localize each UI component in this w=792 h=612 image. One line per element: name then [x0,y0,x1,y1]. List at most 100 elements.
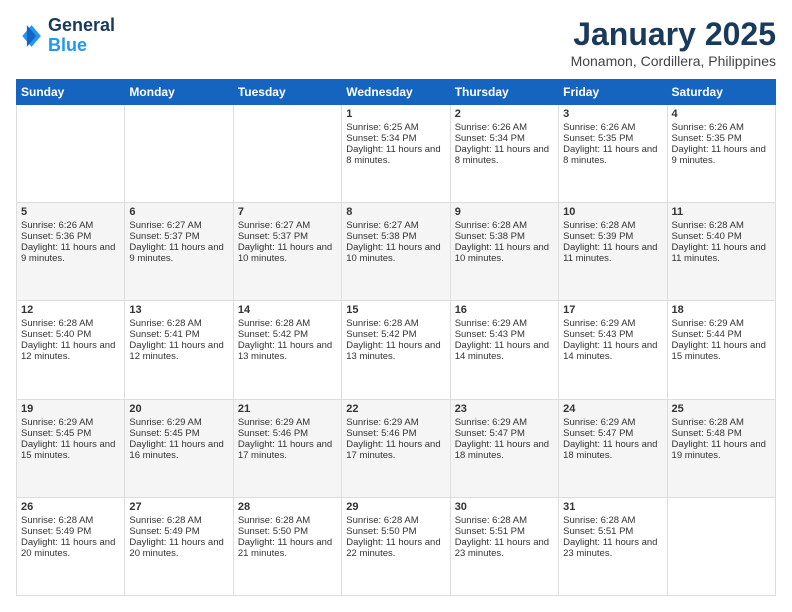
page: General Blue January 2025 Monamon, Cordi… [0,0,792,612]
sunrise-text: Sunrise: 6:28 AM [563,515,662,526]
table-row: 31Sunrise: 6:28 AMSunset: 5:51 PMDayligh… [559,497,667,595]
logo-text: General Blue [48,16,115,56]
daylight-text: Daylight: 11 hours and 15 minutes. [672,340,771,362]
sunrise-text: Sunrise: 6:29 AM [455,318,554,329]
table-row: 19Sunrise: 6:29 AMSunset: 5:45 PMDayligh… [17,399,125,497]
table-row [125,105,233,203]
sunset-text: Sunset: 5:46 PM [346,428,445,439]
daylight-text: Daylight: 11 hours and 13 minutes. [238,340,337,362]
table-row: 21Sunrise: 6:29 AMSunset: 5:46 PMDayligh… [233,399,341,497]
daylight-text: Daylight: 11 hours and 9 minutes. [129,242,228,264]
daylight-text: Daylight: 11 hours and 19 minutes. [672,439,771,461]
logo: General Blue [16,16,115,56]
day-number: 26 [21,501,120,513]
day-number: 21 [238,403,337,415]
location: Monamon, Cordillera, Philippines [571,53,776,69]
sunrise-text: Sunrise: 6:29 AM [238,417,337,428]
sunrise-text: Sunrise: 6:28 AM [238,318,337,329]
sunrise-text: Sunrise: 6:29 AM [455,417,554,428]
day-number: 11 [672,206,771,218]
table-row: 11Sunrise: 6:28 AMSunset: 5:40 PMDayligh… [667,203,775,301]
week-row-2: 12Sunrise: 6:28 AMSunset: 5:40 PMDayligh… [17,301,776,399]
day-number: 7 [238,206,337,218]
table-row: 7Sunrise: 6:27 AMSunset: 5:37 PMDaylight… [233,203,341,301]
daylight-text: Daylight: 11 hours and 22 minutes. [346,537,445,559]
day-number: 18 [672,304,771,316]
day-number: 17 [563,304,662,316]
day-number: 6 [129,206,228,218]
sunset-text: Sunset: 5:45 PM [129,428,228,439]
sunset-text: Sunset: 5:35 PM [563,133,662,144]
daylight-text: Daylight: 11 hours and 12 minutes. [129,340,228,362]
sunrise-text: Sunrise: 6:29 AM [346,417,445,428]
sunrise-text: Sunrise: 6:28 AM [563,220,662,231]
table-row: 4Sunrise: 6:26 AMSunset: 5:35 PMDaylight… [667,105,775,203]
day-number: 14 [238,304,337,316]
day-number: 10 [563,206,662,218]
day-number: 3 [563,108,662,120]
week-row-4: 26Sunrise: 6:28 AMSunset: 5:49 PMDayligh… [17,497,776,595]
header-friday: Friday [559,80,667,105]
week-row-3: 19Sunrise: 6:29 AMSunset: 5:45 PMDayligh… [17,399,776,497]
sunset-text: Sunset: 5:37 PM [238,231,337,242]
daylight-text: Daylight: 11 hours and 15 minutes. [21,439,120,461]
table-row: 30Sunrise: 6:28 AMSunset: 5:51 PMDayligh… [450,497,558,595]
day-number: 5 [21,206,120,218]
logo-line2: Blue [48,35,87,55]
daylight-text: Daylight: 11 hours and 17 minutes. [346,439,445,461]
table-row: 24Sunrise: 6:29 AMSunset: 5:47 PMDayligh… [559,399,667,497]
header-thursday: Thursday [450,80,558,105]
table-row: 10Sunrise: 6:28 AMSunset: 5:39 PMDayligh… [559,203,667,301]
day-number: 27 [129,501,228,513]
table-row: 9Sunrise: 6:28 AMSunset: 5:38 PMDaylight… [450,203,558,301]
sunrise-text: Sunrise: 6:28 AM [21,318,120,329]
calendar-table: Sunday Monday Tuesday Wednesday Thursday… [16,79,776,596]
sunset-text: Sunset: 5:46 PM [238,428,337,439]
daylight-text: Daylight: 11 hours and 8 minutes. [455,144,554,166]
day-number: 16 [455,304,554,316]
day-number: 8 [346,206,445,218]
sunset-text: Sunset: 5:43 PM [563,329,662,340]
table-row [667,497,775,595]
table-row: 13Sunrise: 6:28 AMSunset: 5:41 PMDayligh… [125,301,233,399]
logo-icon [16,22,44,50]
sunrise-text: Sunrise: 6:28 AM [455,220,554,231]
sunset-text: Sunset: 5:49 PM [129,526,228,537]
sunset-text: Sunset: 5:34 PM [455,133,554,144]
daylight-text: Daylight: 11 hours and 23 minutes. [455,537,554,559]
sunset-text: Sunset: 5:38 PM [346,231,445,242]
sunrise-text: Sunrise: 6:29 AM [563,318,662,329]
table-row: 18Sunrise: 6:29 AMSunset: 5:44 PMDayligh… [667,301,775,399]
sunset-text: Sunset: 5:35 PM [672,133,771,144]
daylight-text: Daylight: 11 hours and 14 minutes. [563,340,662,362]
daylight-text: Daylight: 11 hours and 20 minutes. [129,537,228,559]
daylight-text: Daylight: 11 hours and 23 minutes. [563,537,662,559]
header-sunday: Sunday [17,80,125,105]
sunset-text: Sunset: 5:49 PM [21,526,120,537]
day-number: 30 [455,501,554,513]
sunset-text: Sunset: 5:48 PM [672,428,771,439]
sunset-text: Sunset: 5:36 PM [21,231,120,242]
sunrise-text: Sunrise: 6:28 AM [672,417,771,428]
header-saturday: Saturday [667,80,775,105]
header: General Blue January 2025 Monamon, Cordi… [16,16,776,69]
daylight-text: Daylight: 11 hours and 20 minutes. [21,537,120,559]
table-row: 26Sunrise: 6:28 AMSunset: 5:49 PMDayligh… [17,497,125,595]
sunset-text: Sunset: 5:42 PM [346,329,445,340]
sunrise-text: Sunrise: 6:29 AM [129,417,228,428]
sunrise-text: Sunrise: 6:29 AM [672,318,771,329]
day-number: 9 [455,206,554,218]
daylight-text: Daylight: 11 hours and 8 minutes. [563,144,662,166]
daylight-text: Daylight: 11 hours and 18 minutes. [455,439,554,461]
sunset-text: Sunset: 5:40 PM [21,329,120,340]
day-number: 25 [672,403,771,415]
sunrise-text: Sunrise: 6:28 AM [129,318,228,329]
day-number: 24 [563,403,662,415]
day-number: 13 [129,304,228,316]
table-row: 5Sunrise: 6:26 AMSunset: 5:36 PMDaylight… [17,203,125,301]
table-row: 28Sunrise: 6:28 AMSunset: 5:50 PMDayligh… [233,497,341,595]
sunset-text: Sunset: 5:47 PM [455,428,554,439]
day-number: 23 [455,403,554,415]
sunrise-text: Sunrise: 6:28 AM [455,515,554,526]
day-number: 20 [129,403,228,415]
